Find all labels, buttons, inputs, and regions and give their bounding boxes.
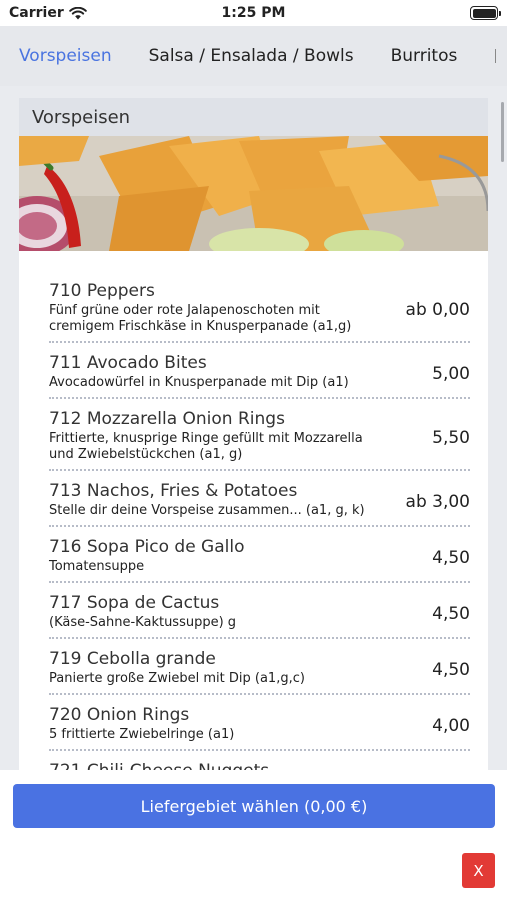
- scrollbar[interactable]: [501, 102, 504, 162]
- item-name: 711 Avocado Bites: [49, 353, 207, 373]
- item-description: 5 frittierte Zwiebelringe (a1): [49, 727, 235, 742]
- menu-content[interactable]: Vorspeisen 710 Peppers Fünf grüne oder r…: [0, 86, 507, 770]
- menu-item[interactable]: 713 Nachos, Fries & Potatoes Stelle dir …: [49, 479, 470, 527]
- tab-overflow-divider: [495, 49, 497, 63]
- menu-section-card: Vorspeisen 710 Peppers Fünf grüne oder r…: [19, 98, 488, 770]
- category-tabs[interactable]: Vorspeisen Salsa / Ensalada / Bowls Burr…: [0, 26, 507, 86]
- menu-item[interactable]: 717 Sopa de Cactus (Käse-Sahne-Kaktussup…: [49, 591, 470, 639]
- item-price: 5,50: [432, 428, 470, 448]
- item-price: 5,00: [432, 364, 470, 384]
- status-bar: Carrier 1:25 PM: [0, 0, 507, 26]
- item-name: 719 Cebolla grande: [49, 649, 216, 669]
- item-description: Frittierte, knusprige Ringe gefüllt mit …: [49, 431, 363, 462]
- item-price: 4,50: [432, 660, 470, 680]
- close-button[interactable]: X: [462, 853, 495, 888]
- nachos-photo: [19, 136, 488, 251]
- item-price: 4,50: [432, 604, 470, 624]
- menu-item[interactable]: 720 Onion Rings 5 frittierte Zwiebelring…: [49, 703, 470, 751]
- menu-item[interactable]: 711 Avocado Bites Avocadowürfel in Knusp…: [49, 351, 470, 399]
- select-delivery-area-button[interactable]: Liefergebiet wählen (0,00 €): [13, 784, 495, 828]
- clock: 1:25 PM: [221, 5, 286, 21]
- hero-image: [19, 136, 488, 251]
- item-name: 712 Mozzarella Onion Rings: [49, 409, 285, 429]
- app-screen: Carrier 1:25 PM Vorspeisen Salsa / Ensal…: [0, 0, 507, 900]
- item-name: 721 Chili-Cheese Nuggets: [49, 761, 470, 770]
- bottom-bar: Liefergebiet wählen (0,00 €) X: [0, 770, 507, 900]
- item-description: Stelle dir deine Vorspeise zusammen... (…: [49, 503, 365, 518]
- item-name: 717 Sopa de Cactus: [49, 593, 220, 613]
- menu-item[interactable]: 719 Cebolla grande Panierte große Zwiebe…: [49, 647, 470, 695]
- item-description: Panierte große Zwiebel mit Dip (a1,g,c): [49, 671, 305, 686]
- item-description: Avocadowürfel in Knusperpanade mit Dip (…: [49, 375, 349, 390]
- menu-items-list: 710 Peppers Fünf grüne oder rote Jalapen…: [19, 251, 488, 770]
- menu-item[interactable]: 710 Peppers Fünf grüne oder rote Jalapen…: [49, 279, 470, 343]
- item-price: 4,00: [432, 716, 470, 736]
- tab-burritos[interactable]: Burritos: [391, 46, 458, 66]
- item-description: (Käse-Sahne-Kaktussuppe) g: [49, 615, 237, 630]
- item-description: Fünf grüne oder rote Jalapenoschoten mit…: [49, 303, 352, 334]
- item-name: 720 Onion Rings: [49, 705, 190, 725]
- item-description: Tomatensuppe: [49, 559, 145, 574]
- tab-salsa-ensalada-bowls[interactable]: Salsa / Ensalada / Bowls: [149, 46, 354, 66]
- menu-item[interactable]: 716 Sopa Pico de Gallo Tomatensuppe 4,50: [49, 535, 470, 583]
- item-price: ab 3,00: [405, 492, 470, 512]
- item-name: 710 Peppers: [49, 281, 155, 301]
- menu-item[interactable]: 721 Chili-Cheese Nuggets: [49, 759, 470, 770]
- menu-item[interactable]: 712 Mozzarella Onion Rings Frittierte, k…: [49, 407, 470, 471]
- battery-icon: [470, 6, 501, 20]
- item-name: 716 Sopa Pico de Gallo: [49, 537, 245, 557]
- item-price: 4,50: [432, 548, 470, 568]
- item-price: ab 0,00: [405, 300, 470, 320]
- tab-vorspeisen[interactable]: Vorspeisen: [19, 46, 112, 66]
- section-title: Vorspeisen: [19, 98, 488, 136]
